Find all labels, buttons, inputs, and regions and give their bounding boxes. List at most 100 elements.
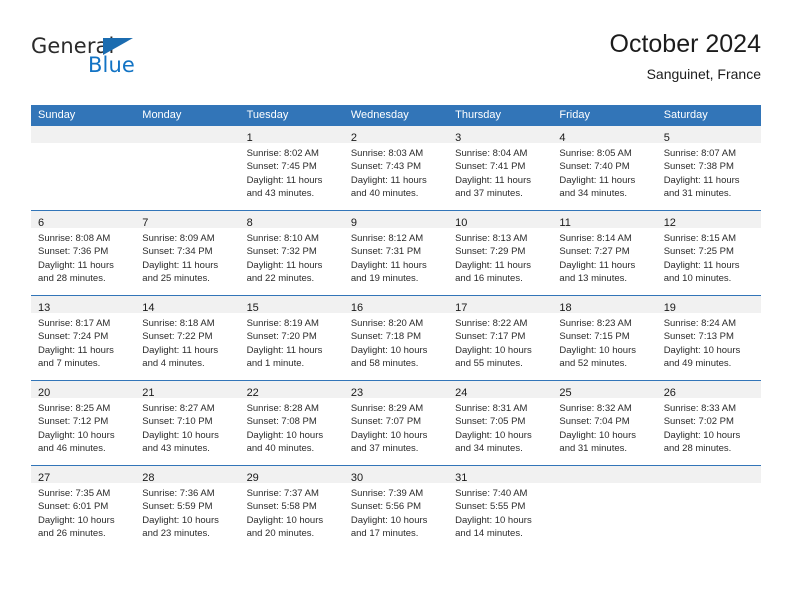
calendar-day-cell[interactable]: 21 Sunrise: 8:27 AM Sunset: 7:10 PM Dayligh… bbox=[135, 381, 240, 465]
day-number: 23 bbox=[350, 387, 364, 399]
calendar-day-cell[interactable]: 5 Sunrise: 8:07 AM Sunset: 7:38 PM Daylight… bbox=[656, 126, 761, 210]
day-detail-line: and 28 minutes. bbox=[38, 273, 106, 285]
day-number-band: 8 bbox=[239, 211, 344, 229]
day-detail-line: Daylight: 11 hours bbox=[142, 344, 219, 356]
day-number: 24 bbox=[455, 387, 468, 399]
day-detail-line: Sunrise: 8:20 AM bbox=[350, 318, 424, 329]
calendar-day-cell[interactable]: 25 Sunrise: 8:32 AM Sunset: 7:04 PM Dayligh… bbox=[552, 381, 657, 465]
day-detail-line: Sunrise: 8:18 AM bbox=[142, 318, 215, 329]
day-detail-line: Daylight: 11 hours bbox=[246, 344, 323, 356]
day-details: Sunrise: 8:28 AM Sunset: 7:08 PM Daylight:… bbox=[240, 398, 344, 456]
day-detail-line: Sunrise: 8:13 AM bbox=[455, 233, 528, 244]
day-detail-line: and 13 minutes. bbox=[559, 273, 628, 285]
calendar-day-cell[interactable]: 8 Sunrise: 8:10 AM Sunset: 7:32 PM Daylight… bbox=[239, 211, 344, 295]
calendar-day-cell[interactable]: 22 Sunrise: 8:28 AM Sunset: 7:08 PM Dayligh… bbox=[239, 381, 344, 465]
day-detail-line: Sunset: 7:22 PM bbox=[142, 331, 213, 343]
calendar-day-cell[interactable]: 23 Sunrise: 8:29 AM Sunset: 7:07 PM Dayligh… bbox=[343, 381, 449, 465]
calendar-day-cell[interactable]: 7 Sunrise: 8:09 AM Sunset: 7:34 PM Daylight… bbox=[135, 211, 240, 295]
day-number: 8 bbox=[246, 217, 253, 229]
day-detail-line: Sunrise: 8:08 AM bbox=[38, 233, 111, 244]
day-detail-line: Sunset: 5:59 PM bbox=[142, 501, 213, 513]
day-detail-line: Sunrise: 8:15 AM bbox=[663, 233, 737, 244]
day-detail-line: Daylight: 11 hours bbox=[38, 259, 114, 271]
day-detail-line: Sunset: 7:25 PM bbox=[663, 246, 734, 258]
day-detail-line: Sunset: 7:34 PM bbox=[142, 246, 213, 258]
day-detail-line: Daylight: 10 hours bbox=[559, 429, 636, 441]
calendar-day-cell[interactable]: 30 Sunrise: 7:39 AM Sunset: 5:56 PM Dayligh… bbox=[343, 466, 449, 550]
calendar-day-cell[interactable]: 27 Sunrise: 7:35 AM Sunset: 6:01 PM Dayligh… bbox=[31, 466, 136, 550]
calendar-day-cell[interactable]: 9 Sunrise: 8:12 AM Sunset: 7:31 PM Daylight… bbox=[343, 211, 449, 295]
day-details: Sunrise: 8:02 AM Sunset: 7:45 PM Daylight:… bbox=[240, 143, 344, 201]
calendar-day-cell[interactable]: 2 Sunrise: 8:03 AM Sunset: 7:43 PM Daylight… bbox=[343, 126, 449, 210]
calendar-day-cell[interactable]: 1 Sunrise: 8:02 AM Sunset: 7:45 PM Daylight… bbox=[239, 126, 344, 210]
calendar-day-cell[interactable]: 6 Sunrise: 8:08 AM Sunset: 7:36 PM Daylight… bbox=[31, 211, 136, 295]
day-detail-line: Daylight: 10 hours bbox=[455, 344, 532, 356]
day-details: Sunrise: 8:25 AM Sunset: 7:12 PM Daylight:… bbox=[31, 398, 135, 456]
calendar-week-row: 1 Sunrise: 8:02 AM Sunset: 7:45 PM Daylight… bbox=[31, 126, 761, 211]
calendar-day-cell[interactable]: 17 Sunrise: 8:22 AM Sunset: 7:17 PM Dayligh… bbox=[448, 296, 553, 380]
day-detail-line: Sunset: 7:08 PM bbox=[246, 416, 317, 428]
calendar-day-cell[interactable]: 4 Sunrise: 8:05 AM Sunset: 7:40 PM Daylight… bbox=[552, 126, 657, 210]
day-number-band: 23 bbox=[343, 381, 449, 399]
calendar-day-cell[interactable]: 12 Sunrise: 8:15 AM Sunset: 7:25 PM Dayligh… bbox=[656, 211, 761, 295]
calendar-day-cell[interactable]: 14 Sunrise: 8:18 AM Sunset: 7:22 PM Dayligh… bbox=[135, 296, 240, 380]
day-detail-line: Sunrise: 7:36 AM bbox=[142, 488, 215, 499]
calendar-day-cell[interactable]: 29 Sunrise: 7:37 AM Sunset: 5:58 PM Dayligh… bbox=[239, 466, 344, 550]
day-detail-line: Sunset: 7:29 PM bbox=[455, 246, 526, 258]
day-detail-line: and 23 minutes. bbox=[142, 528, 210, 540]
day-detail-line: Sunrise: 7:39 AM bbox=[350, 488, 424, 499]
calendar-week-row: 20 Sunrise: 8:25 AM Sunset: 7:12 PM Dayligh… bbox=[31, 380, 761, 466]
weekday-header-wednesday: Wednesday bbox=[343, 105, 449, 126]
day-detail-line: Daylight: 10 hours bbox=[350, 344, 428, 356]
day-detail-line: Sunset: 7:07 PM bbox=[350, 416, 422, 428]
calendar-day-cell[interactable]: 10 Sunrise: 8:13 AM Sunset: 7:29 PM Dayligh… bbox=[448, 211, 553, 295]
day-detail-line: and 20 minutes. bbox=[246, 528, 315, 540]
day-number: 31 bbox=[455, 472, 468, 484]
day-detail-line: and 40 minutes. bbox=[246, 443, 315, 455]
calendar-day-cell[interactable]: 18 Sunrise: 8:23 AM Sunset: 7:15 PM Dayligh… bbox=[552, 296, 657, 380]
calendar-day-cell[interactable]: 19 Sunrise: 8:24 AM Sunset: 7:13 PM Dayligh… bbox=[656, 296, 761, 380]
day-detail-line: Daylight: 10 hours bbox=[663, 344, 741, 356]
day-detail-line: Sunset: 7:13 PM bbox=[663, 331, 734, 343]
calendar-day-cell[interactable]: 16 Sunrise: 8:20 AM Sunset: 7:18 PM Dayligh… bbox=[343, 296, 449, 380]
calendar-day-cell[interactable]: 28 Sunrise: 7:36 AM Sunset: 5:59 PM Dayligh… bbox=[135, 466, 240, 550]
day-detail-line: Sunrise: 8:24 AM bbox=[663, 318, 737, 329]
calendar-day-cell[interactable]: 20 Sunrise: 8:25 AM Sunset: 7:12 PM Dayligh… bbox=[31, 381, 136, 465]
day-number-band: 19 bbox=[656, 296, 761, 314]
day-details: Sunrise: 8:15 AM Sunset: 7:25 PM Daylight:… bbox=[657, 228, 761, 286]
day-number-band: 9 bbox=[343, 211, 449, 229]
day-details: Sunrise: 8:03 AM Sunset: 7:43 PM Daylight:… bbox=[344, 143, 448, 201]
day-number: 4 bbox=[559, 132, 566, 144]
calendar-day-cell[interactable]: 13 Sunrise: 8:17 AM Sunset: 7:24 PM Dayligh… bbox=[31, 296, 136, 380]
day-detail-line: Sunset: 5:56 PM bbox=[350, 501, 422, 513]
day-number-band: 2 bbox=[343, 126, 449, 144]
day-detail-line: and 43 minutes. bbox=[246, 188, 315, 200]
day-details: Sunrise: 8:05 AM Sunset: 7:40 PM Daylight:… bbox=[552, 143, 656, 201]
day-details: Sunrise: 8:20 AM Sunset: 7:18 PM Daylight:… bbox=[344, 313, 448, 371]
calendar-day-cell[interactable]: 31 Sunrise: 7:40 AM Sunset: 5:55 PM Dayligh… bbox=[448, 466, 553, 550]
calendar-day-cell[interactable]: 3 Sunrise: 8:04 AM Sunset: 7:41 PM Daylight… bbox=[448, 126, 553, 210]
day-number: 7 bbox=[142, 217, 149, 229]
day-number-band: 25 bbox=[552, 381, 657, 399]
calendar-day-cell[interactable]: 11 Sunrise: 8:14 AM Sunset: 7:27 PM Dayligh… bbox=[552, 211, 657, 295]
day-number-band: 10 bbox=[448, 211, 553, 229]
day-details: Sunrise: 7:37 AM Sunset: 5:58 PM Daylight:… bbox=[240, 483, 344, 541]
day-detail-line: Sunrise: 8:12 AM bbox=[350, 233, 424, 244]
day-detail-line: Daylight: 10 hours bbox=[663, 429, 741, 441]
day-details: Sunrise: 8:10 AM Sunset: 7:32 PM Daylight:… bbox=[240, 228, 344, 286]
day-detail-line: Sunrise: 8:32 AM bbox=[559, 403, 632, 414]
day-number-band: 14 bbox=[135, 296, 240, 314]
calendar-day-cell[interactable]: 24 Sunrise: 8:31 AM Sunset: 7:05 PM Dayligh… bbox=[448, 381, 553, 465]
day-detail-line: Sunrise: 8:14 AM bbox=[559, 233, 632, 244]
day-number: 16 bbox=[350, 302, 364, 314]
day-number-band: 27 bbox=[31, 466, 136, 484]
day-detail-line: Daylight: 10 hours bbox=[142, 429, 219, 441]
calendar-day-cell[interactable]: 15 Sunrise: 8:19 AM Sunset: 7:20 PM Dayligh… bbox=[239, 296, 344, 380]
day-detail-line: Sunset: 7:41 PM bbox=[455, 161, 526, 173]
weekday-header-sunday: Sunday bbox=[31, 105, 136, 126]
day-detail-line: and 4 minutes. bbox=[142, 358, 205, 370]
calendar-day-cell[interactable]: 26 Sunrise: 8:33 AM Sunset: 7:02 PM Dayligh… bbox=[656, 381, 761, 465]
day-number: 17 bbox=[455, 302, 468, 314]
general-blue-logo[interactable]: General Blue bbox=[31, 36, 231, 92]
day-number-band: 18 bbox=[552, 296, 657, 314]
